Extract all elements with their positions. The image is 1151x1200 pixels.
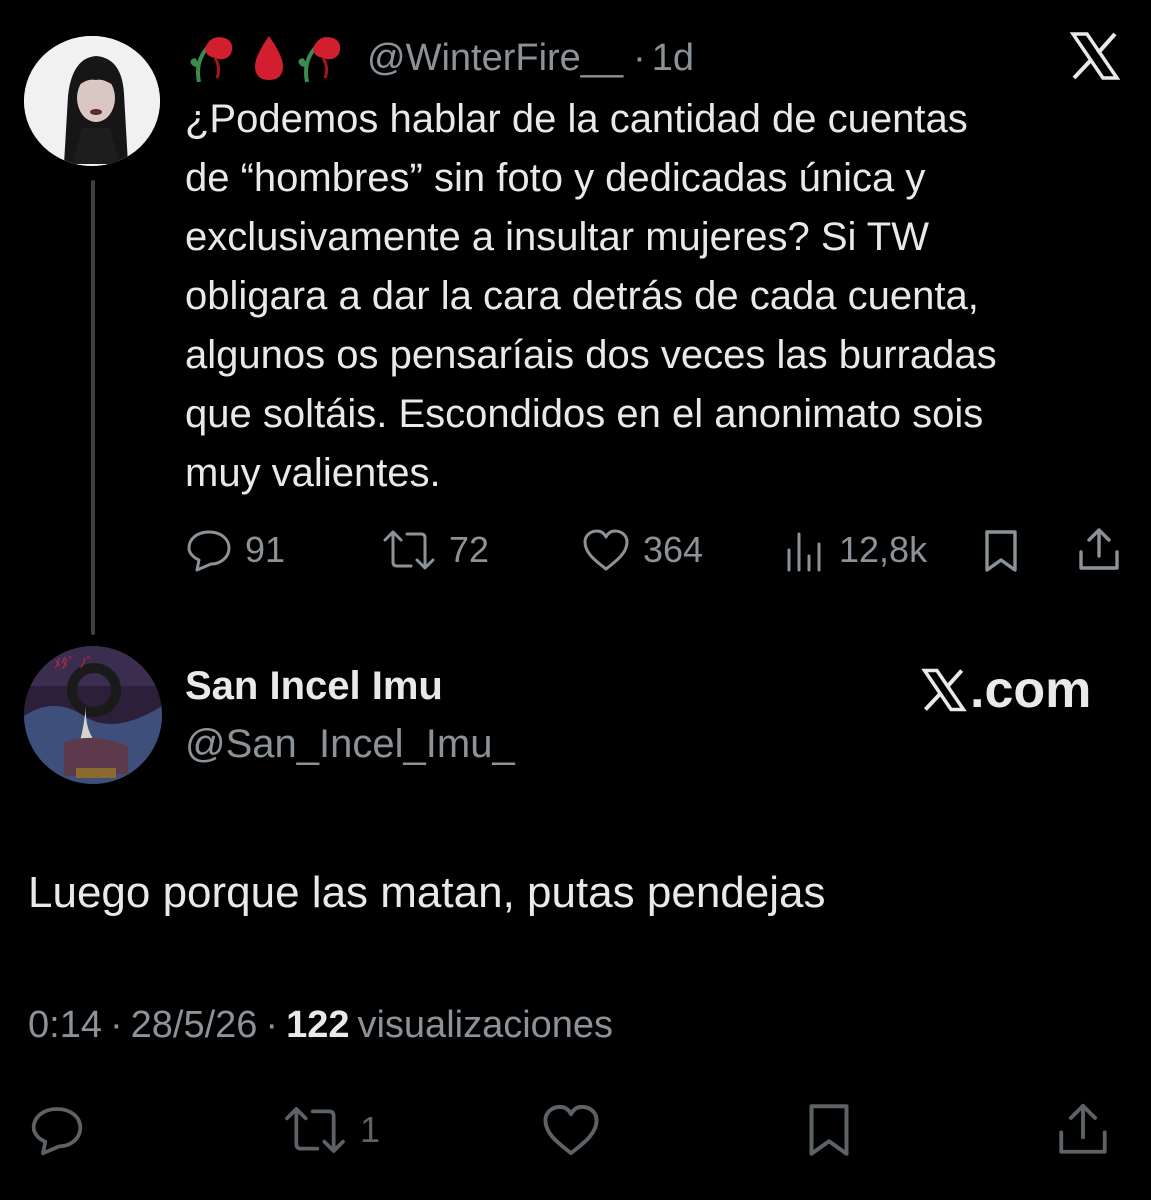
share-icon [1059, 1103, 1107, 1154]
reply-views-count: 122 [286, 1004, 350, 1046]
repost-icon [383, 530, 435, 570]
drop-of-blood-icon [255, 36, 283, 80]
reply-author-handle[interactable]: @San_Incel_Imu_ [185, 722, 515, 767]
wilted-rose-emoji-icon [298, 37, 341, 83]
reply-metric[interactable]: 91 [185, 522, 285, 578]
views-count: 12,8k [839, 529, 928, 570]
reply-repost-count: 1 [360, 1109, 381, 1150]
reply-author-name[interactable]: San Incel Imu [185, 664, 443, 709]
xcom-watermark-text: .com [970, 661, 1092, 719]
repost-metric[interactable]: 72 [381, 522, 489, 578]
x-logo-icon [921, 668, 967, 712]
repost-count: 72 [449, 529, 490, 570]
reply-author-avatar[interactable]: ﾒﾀﾞ ﾉﾞ [24, 646, 162, 784]
original-author-avatar[interactable] [24, 36, 160, 166]
footer-separator: · [109, 1004, 123, 1046]
reply-timestamp-row: 0:14 · 28/5/26 · 122 visualizaciones [28, 1004, 613, 1047]
views-metric[interactable]: 12,8k [783, 522, 927, 578]
original-tweet-text: ¿Podemos hablar de la cantidad de cuenta… [185, 97, 997, 495]
svg-text:ﾒﾀﾞ ﾉﾞ: ﾒﾀﾞ ﾉﾞ [54, 656, 93, 672]
xcom-watermark: .com [920, 660, 1091, 720]
reply-count: 91 [245, 529, 286, 570]
reply-tweet-text: Luego porque las matan, putas pendejas [28, 868, 826, 917]
original-tweet-metrics: 91 72 364 12,8k [185, 522, 1125, 578]
bookmark-button[interactable] [804, 1098, 854, 1162]
wilted-rose-emoji-icon [190, 37, 233, 83]
reply-views-label: visualizaciones [357, 1004, 614, 1046]
share-button[interactable] [1056, 1098, 1110, 1162]
like-metric[interactable]: 364 [581, 522, 703, 578]
repost-button[interactable]: 1 [282, 1098, 380, 1162]
thread-connector-line [91, 180, 95, 635]
header-separator: · [633, 36, 646, 79]
reply-time[interactable]: 0:14 [28, 1004, 102, 1047]
views-chart-icon [787, 532, 821, 572]
footer-separator: · [265, 1004, 279, 1046]
like-count: 364 [643, 529, 704, 570]
reply-action-bar: 1 [24, 1098, 1124, 1162]
share-icon[interactable] [1077, 526, 1121, 574]
display-name-emojis [185, 32, 353, 84]
reply-icon [187, 530, 231, 572]
heart-icon [583, 529, 629, 571]
heart-icon [543, 1104, 599, 1156]
x-logo-icon [1069, 32, 1121, 80]
bookmark-icon[interactable] [981, 528, 1021, 574]
like-button[interactable] [540, 1098, 602, 1162]
time-ago[interactable]: 1d [652, 37, 694, 80]
reply-button[interactable] [28, 1098, 86, 1162]
reply-date[interactable]: 28/5/26 [131, 1004, 258, 1047]
reply-icon [31, 1107, 83, 1156]
original-author-handle[interactable]: @WinterFire__ [367, 37, 623, 80]
bookmark-icon [809, 1104, 849, 1156]
repost-icon [285, 1107, 345, 1153]
original-tweet-header: @WinterFire__ · 1d [185, 30, 694, 86]
